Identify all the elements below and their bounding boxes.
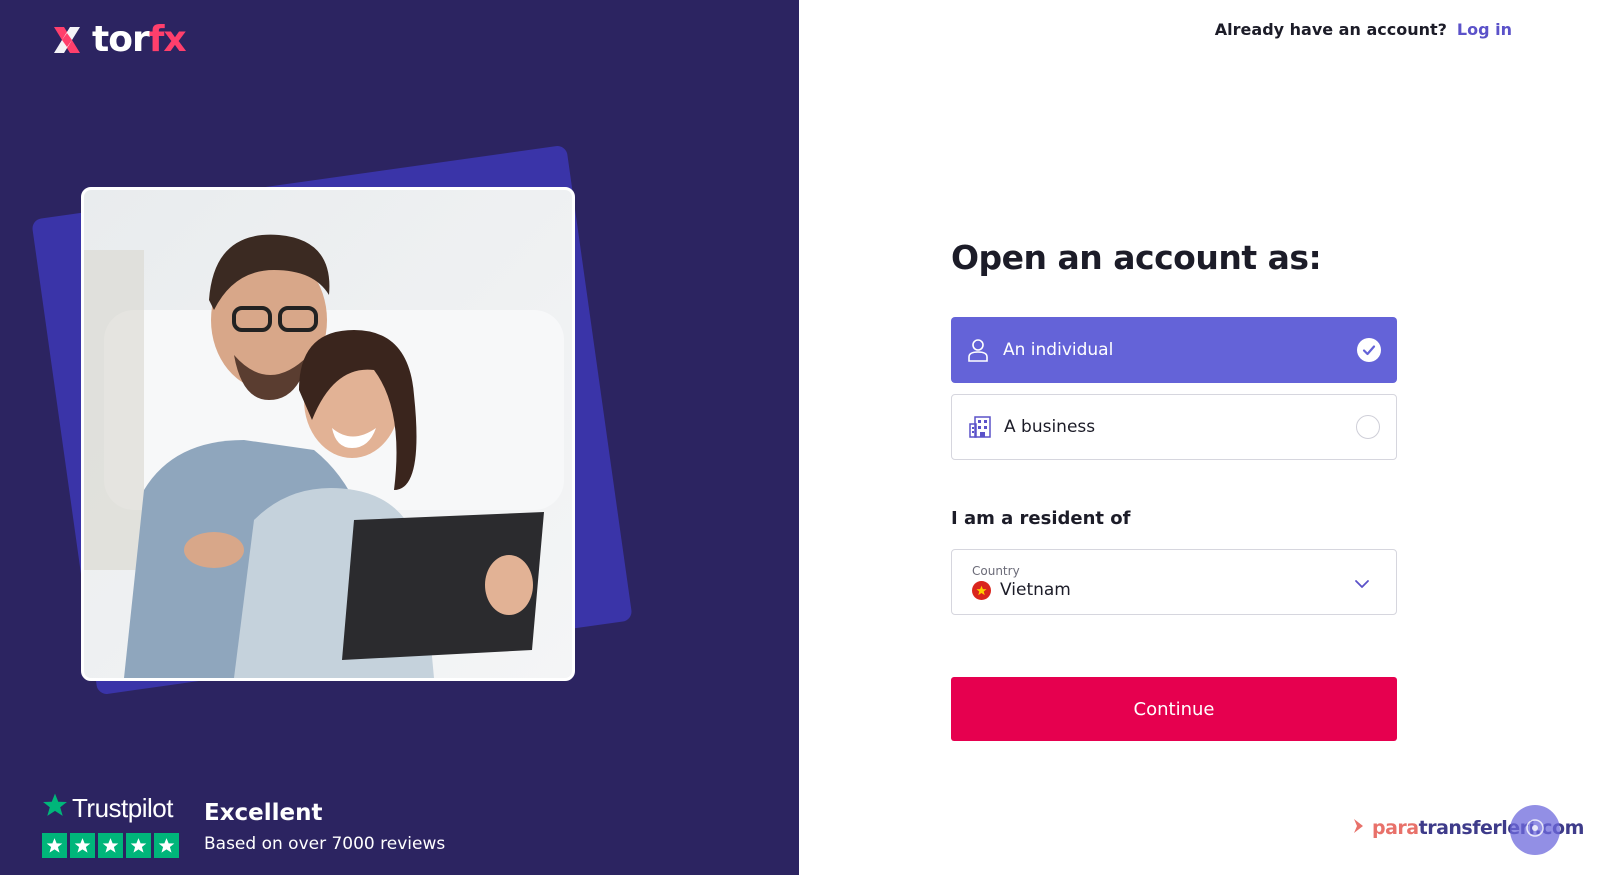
trustpilot-stars	[42, 833, 179, 858]
watermark-text-para: para	[1372, 817, 1419, 839]
chevron-down-icon	[1354, 574, 1370, 593]
left-panel: torfx Trustpilot Excellent Based on over…	[0, 0, 799, 875]
login-prompt: Already have an account? Log in	[1215, 20, 1512, 39]
trustpilot-brand: Trustpilot	[42, 792, 179, 825]
trustpilot-star-icon	[42, 792, 68, 825]
option-business-label: A business	[1004, 417, 1096, 437]
trustpilot-badge[interactable]: Trustpilot	[42, 792, 179, 858]
star-icon	[154, 833, 179, 858]
star-icon	[98, 833, 123, 858]
star-icon	[70, 833, 95, 858]
option-individual[interactable]: An individual	[951, 317, 1397, 383]
logo-text-fx: fx	[148, 19, 187, 60]
hero-photo	[81, 187, 575, 681]
torfx-x-icon	[50, 23, 84, 57]
chat-help-button[interactable]	[1510, 805, 1560, 855]
checkmark-icon	[1357, 338, 1381, 362]
trustpilot-summary: Excellent Based on over 7000 reviews	[204, 800, 445, 854]
resident-label: I am a resident of	[951, 508, 1131, 529]
star-icon	[126, 833, 151, 858]
trustpilot-rating: Excellent	[204, 800, 323, 826]
torfx-logo[interactable]: torfx	[50, 19, 187, 60]
person-icon	[967, 338, 991, 362]
vietnam-flag-icon	[972, 580, 991, 600]
option-business[interactable]: A business	[951, 394, 1397, 460]
continue-button[interactable]: Continue	[951, 677, 1397, 741]
page-title: Open an account as:	[951, 238, 1322, 277]
country-value-row: Vietnam	[972, 580, 1376, 600]
chat-icon	[1524, 817, 1546, 843]
building-icon	[968, 415, 992, 439]
country-caption: Country	[972, 564, 1020, 578]
watermark-arrow-icon	[1352, 817, 1364, 839]
country-value: Vietnam	[1000, 580, 1071, 600]
trustpilot-reviews: Based on over 7000 reviews	[204, 834, 446, 854]
account-type-form: Open an account as: An individual A busi…	[951, 238, 1397, 741]
logo-text: torfx	[92, 19, 187, 60]
radio-unchecked-icon	[1356, 415, 1380, 439]
logo-text-tor: tor	[92, 19, 150, 60]
option-individual-label: An individual	[1003, 340, 1114, 360]
country-select[interactable]: Country Vietnam	[951, 549, 1397, 615]
trustpilot-name: Trustpilot	[72, 793, 173, 823]
login-link[interactable]: Log in	[1457, 20, 1512, 39]
login-prompt-text: Already have an account?	[1214, 20, 1447, 39]
star-icon	[42, 833, 67, 858]
